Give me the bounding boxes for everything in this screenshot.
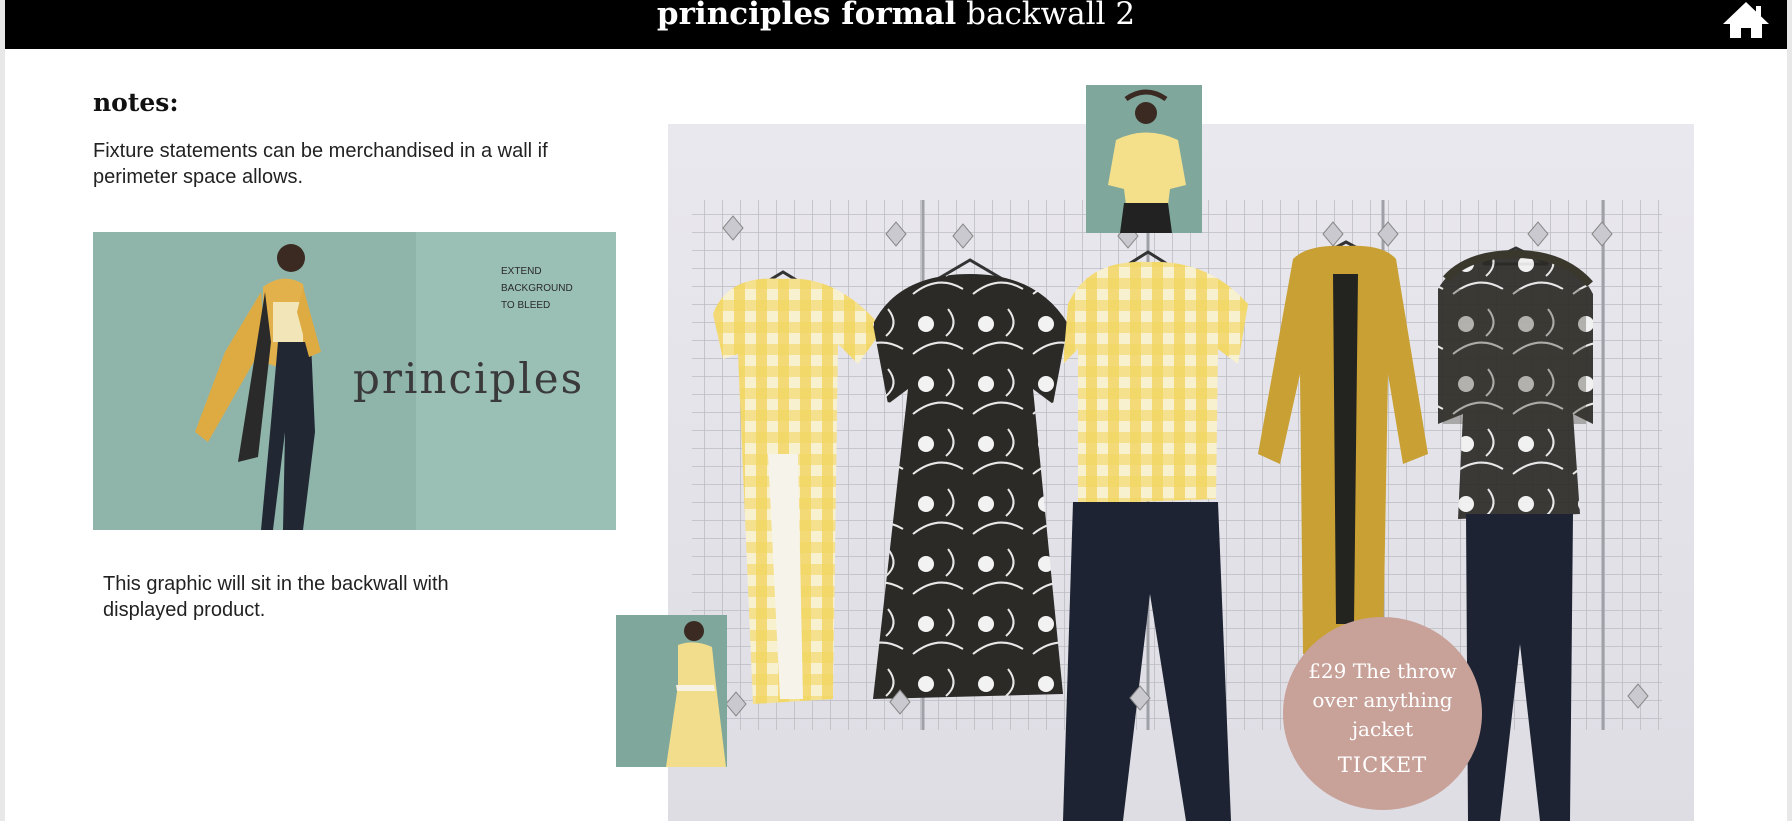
- model-yellow-coat-image: [195, 244, 321, 530]
- ticket-text: £29 The throw over anything jacket: [1308, 659, 1457, 741]
- price-ticket: £29 The throw over anything jacket TICKE…: [1283, 617, 1482, 810]
- bleed-note-line: TO BLEED: [501, 300, 551, 311]
- title-light: backwall 2: [966, 0, 1136, 32]
- bleed-note-line: EXTEND: [501, 266, 542, 277]
- ticket-label: TICKET: [1337, 753, 1428, 777]
- brand-graphic: EXTEND BACKGROUND TO BLEED principles: [93, 232, 616, 530]
- left-edge: [0, 0, 5, 821]
- bleed-note: EXTEND BACKGROUND TO BLEED: [501, 263, 573, 314]
- slide: principles formal backwall 2 notes: Fixt…: [0, 0, 1792, 821]
- graphic-note: This graphic will sit in the backwall wi…: [103, 573, 449, 621]
- fixture-note: Fixture statements can be merchandised i…: [93, 140, 548, 188]
- bleed-note-line: BACKGROUND: [501, 283, 573, 294]
- notes-heading: notes:: [93, 88, 179, 117]
- page-title: principles formal backwall 2: [5, 0, 1787, 34]
- home-icon[interactable]: [1719, 0, 1773, 38]
- header-bar: principles formal backwall 2: [5, 0, 1787, 49]
- model-gingham-dress-thumbnail: [616, 615, 727, 767]
- model-gingham-top-thumbnail: [1086, 85, 1202, 233]
- title-bold: principles formal: [656, 0, 957, 32]
- brand-wordmark: principles: [353, 354, 585, 403]
- right-edge: [1787, 0, 1792, 821]
